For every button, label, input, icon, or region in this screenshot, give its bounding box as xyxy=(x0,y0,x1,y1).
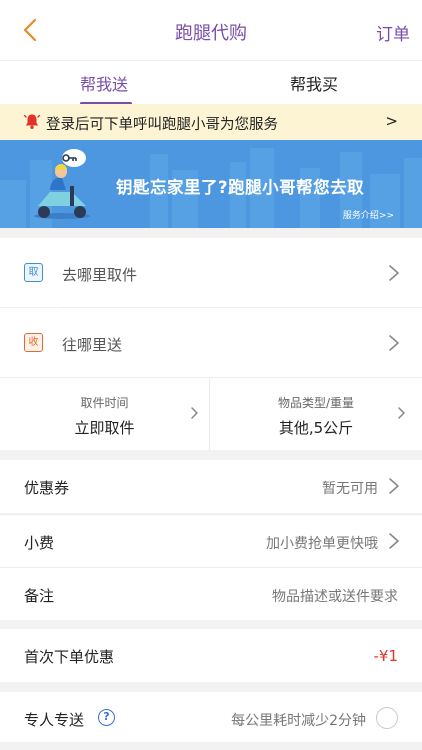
coupon-row[interactable]: 优惠券 暂无可用 xyxy=(0,460,422,513)
note-label: 备注 xyxy=(24,587,55,605)
help-icon[interactable]: ? xyxy=(98,709,115,726)
tab-bar: 帮我送 帮我买 xyxy=(0,60,422,105)
notice-text: 登录后可下单呼叫跑腿小哥为您服务 xyxy=(46,117,278,133)
coupon-label: 优惠券 xyxy=(24,479,70,497)
pickup-tag: 取 xyxy=(24,263,43,282)
tab-buy-for-me[interactable]: 帮我买 xyxy=(290,71,338,95)
first-order-discount-value: -¥1 xyxy=(373,647,399,665)
pickup-address-row[interactable]: 取 去哪里取件 xyxy=(0,238,422,307)
service-intro-link[interactable]: 服务介绍>> xyxy=(343,208,394,221)
item-type-label: 物品类型/重量 xyxy=(277,396,355,410)
bell-icon xyxy=(24,114,40,129)
dedicated-delivery-radio[interactable] xyxy=(376,707,398,729)
item-type-value: 其他,5公斤 xyxy=(278,419,354,437)
deliver-address-label: 往哪里送 xyxy=(62,336,123,354)
chevron-right-icon xyxy=(191,407,198,419)
chevron-right-icon xyxy=(389,478,399,494)
item-type-selector[interactable]: 物品类型/重量 其他,5公斤 xyxy=(210,378,422,451)
first-order-discount-row: 首次下单优惠 -¥1 xyxy=(0,629,422,682)
tip-label: 小费 xyxy=(24,534,55,552)
login-notice[interactable]: 登录后可下单呼叫跑腿小哥为您服务 > xyxy=(0,104,422,140)
notice-arrow-icon: > xyxy=(385,112,398,130)
chevron-right-icon xyxy=(389,335,399,351)
chevron-right-icon xyxy=(389,533,399,549)
note-input[interactable]: 物品描述或送件要求 xyxy=(272,586,398,606)
pickup-address-label: 去哪里取件 xyxy=(62,266,138,284)
pickup-time-value: 立即取件 xyxy=(74,419,135,437)
promo-banner[interactable]: 钥匙忘家里了?跑腿小哥帮您去取 服务介绍>> xyxy=(0,140,422,228)
chevron-right-icon xyxy=(389,265,399,281)
page-title: 跑腿代购 xyxy=(175,23,247,44)
pickup-options: 取件时间 立即取件 物品类型/重量 其他,5公斤 xyxy=(0,377,422,451)
header-bar: 跑腿代购 订单 xyxy=(0,0,422,60)
dedicated-delivery-desc: 每公里耗时减少2分钟 xyxy=(231,713,366,729)
deliver-tag: 收 xyxy=(24,333,43,352)
banner-slogan: 钥匙忘家里了?跑腿小哥帮您去取 xyxy=(116,178,365,197)
chevron-right-icon xyxy=(398,407,405,419)
pickup-time-label: 取件时间 xyxy=(80,396,129,410)
note-row[interactable]: 备注 物品描述或送件要求 xyxy=(0,567,422,620)
tip-row[interactable]: 小费 加小费抢单更快哦 xyxy=(0,514,422,567)
tab-send-for-me[interactable]: 帮我送 xyxy=(80,71,128,95)
pickup-time-selector[interactable]: 取件时间 立即取件 xyxy=(0,378,210,451)
coupon-value: 暂无可用 xyxy=(322,481,378,497)
orders-link[interactable]: 订单 xyxy=(376,20,410,45)
deliver-address-row[interactable]: 收 往哪里送 xyxy=(0,308,422,377)
tip-value: 加小费抢单更快哦 xyxy=(266,536,378,552)
dedicated-delivery-row[interactable]: 专人专送 ? 每公里耗时减少2分钟 xyxy=(0,692,422,742)
first-order-label: 首次下单优惠 xyxy=(24,648,115,666)
dedicated-delivery-label: 专人专送 xyxy=(24,711,85,729)
